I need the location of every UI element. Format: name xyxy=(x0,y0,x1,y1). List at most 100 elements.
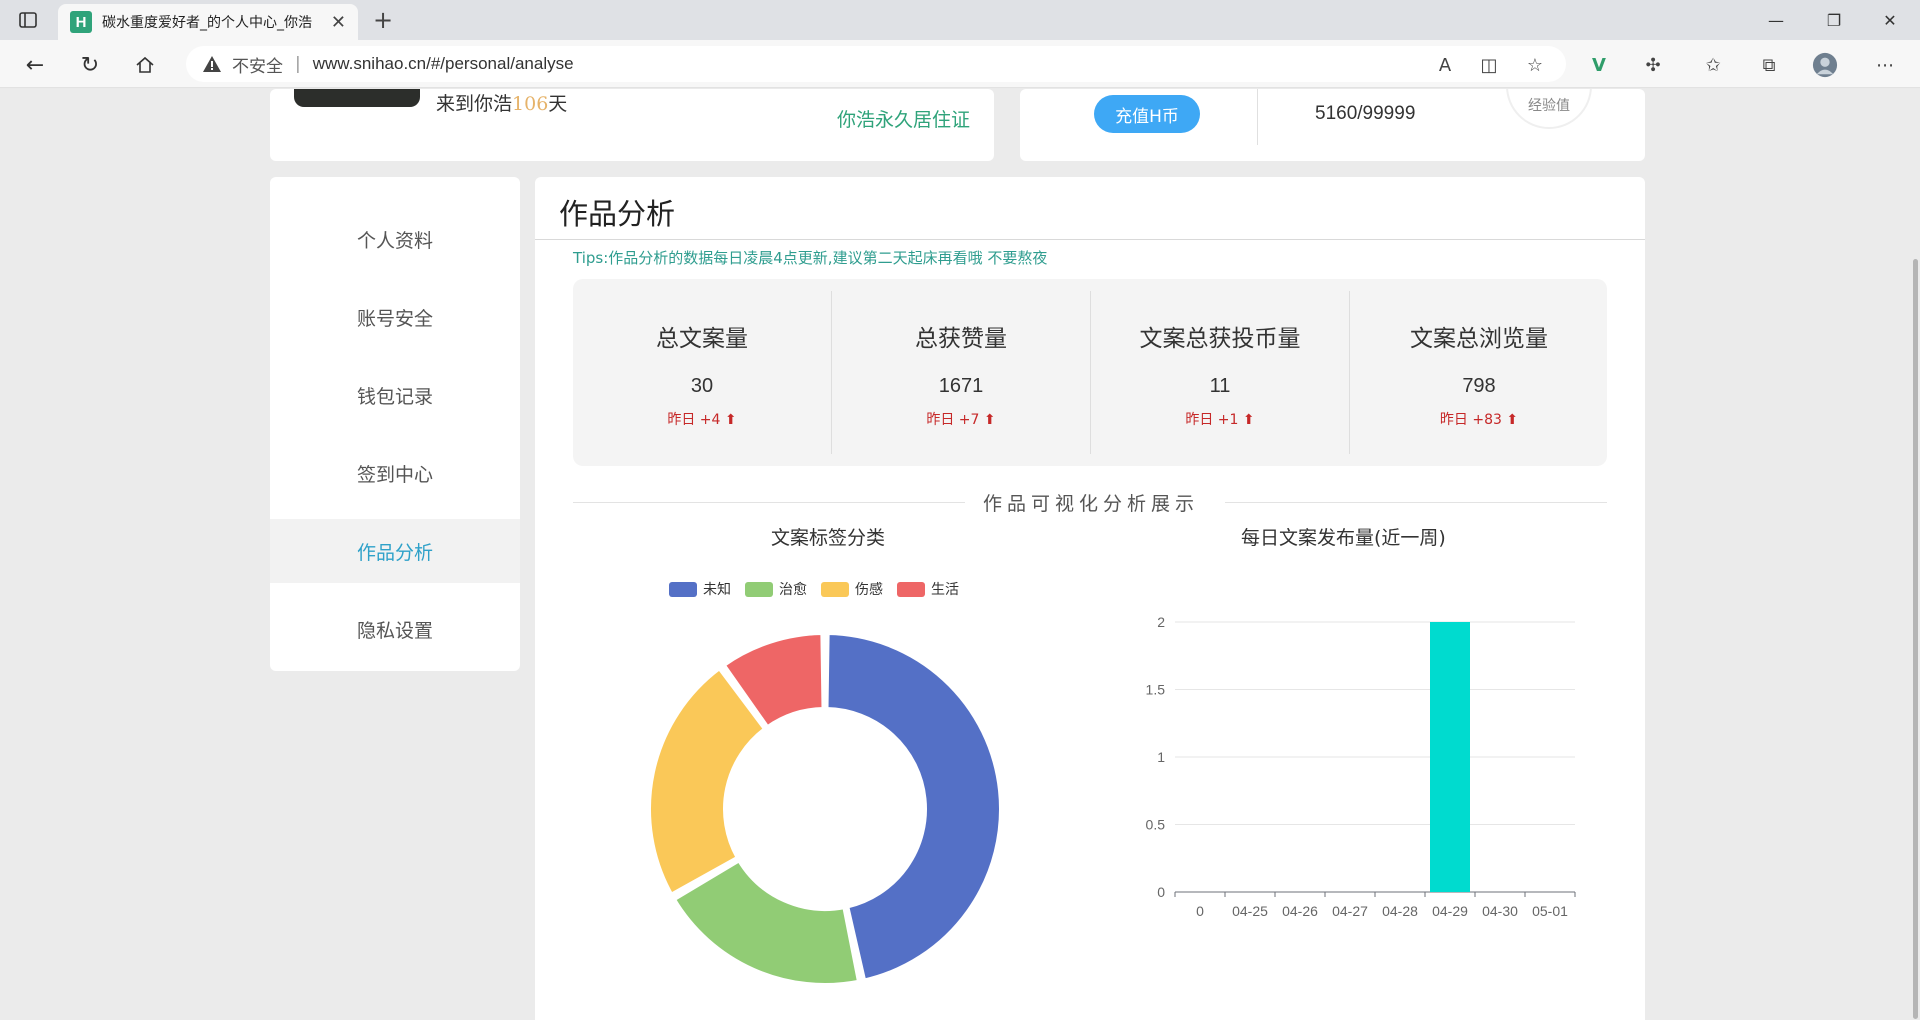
y-tick-label: 0 xyxy=(1157,884,1165,900)
section-rule-left xyxy=(573,502,965,503)
site-favicon-icon: H xyxy=(70,11,92,33)
address-bar[interactable]: 不安全 | www.snihao.cn/#/personal/analyse xyxy=(186,46,1566,82)
donut-chart xyxy=(647,631,1003,987)
stat-delta: 昨日 +1 ⬆ xyxy=(1185,412,1255,428)
back-icon[interactable]: ← xyxy=(20,50,50,80)
bar-chart: 0 0.5 1 1.5 2 0 04-25 04-26 04-27 04-28 04-29 04-30… xyxy=(1146,614,1576,919)
page-scrollbar[interactable] xyxy=(1910,89,1920,1020)
x-tick-label: 04-26 xyxy=(1282,903,1318,919)
section-rule-right xyxy=(1225,502,1607,503)
section-title: 作品可视化分析展示 xyxy=(982,493,1199,515)
address-separator: | xyxy=(295,54,301,74)
legend-label: 生活 xyxy=(931,582,959,598)
stat-delta: 昨日 +83 ⬆ xyxy=(1439,412,1519,428)
x-tick-label: 05-01 xyxy=(1532,903,1568,919)
insecure-label: 不安全 xyxy=(232,56,283,77)
collections-icon[interactable]: ⧉ xyxy=(1756,52,1782,78)
legend-item[interactable]: 伤感 xyxy=(821,579,883,599)
stat-label: 文案总获投币量 xyxy=(1139,326,1301,352)
donut-chart-title: 文案标签分类 xyxy=(771,527,886,549)
legend-swatch xyxy=(821,581,849,597)
new-tab-icon[interactable]: + xyxy=(368,5,398,35)
donut-slice-未知[interactable] xyxy=(824,631,1003,983)
sidebar-item-wallet[interactable]: 钱包记录 xyxy=(270,363,520,427)
more-menu-icon[interactable]: ⋯ xyxy=(1872,52,1898,78)
sidebar-item-privacy[interactable]: 隐私设置 xyxy=(270,597,520,661)
permanent-residence-link[interactable]: 你浩永久居住证 xyxy=(837,105,970,132)
legend-swatch xyxy=(669,581,697,597)
donut-legend: 未知 治愈 伤感 生活 xyxy=(669,579,973,599)
sidebar: 个人资料 账号安全 钱包记录 签到中心 作品分析 隐私设置 xyxy=(270,177,520,671)
tab-actions-icon[interactable] xyxy=(14,8,42,32)
stats-panel: 总文案量 30 昨日 +4 ⬆ 总获赞量 1671 昨日 +7 ⬆ 文案总获投币… xyxy=(573,279,1607,466)
sidebar-item-checkin[interactable]: 签到中心 xyxy=(270,441,520,505)
scrollbar-thumb[interactable] xyxy=(1913,259,1918,1019)
legend-label: 未知 xyxy=(703,582,731,598)
stat-total-coins: 文案总获投币量 11 昨日 +1 ⬆ xyxy=(1091,279,1349,466)
extensions-icon[interactable]: ✣ xyxy=(1640,52,1666,78)
bar-chart-title: 每日文案发布量(近一周) xyxy=(1241,527,1446,549)
sidebar-item-profile[interactable]: 个人资料 xyxy=(270,207,520,271)
profile-summary-card: 来到你浩106天 你浩永久居住证 xyxy=(270,89,994,161)
tab-title: 碳水重度爱好者_的个人中心_你浩 xyxy=(102,15,312,31)
browser-tab-bar: H 碳水重度爱好者_的个人中心_你浩 ✕ + — ❐ ✕ xyxy=(0,0,1920,40)
title-divider xyxy=(535,239,1645,240)
days-since-joined: 来到你浩106天 xyxy=(436,89,567,116)
days-prefix: 来到你浩 xyxy=(436,93,513,115)
legend-item[interactable]: 未知 xyxy=(669,579,731,599)
page-title: 作品分析 xyxy=(559,197,676,231)
y-tick-label: 0.5 xyxy=(1146,817,1166,833)
sidebar-item-account-security[interactable]: 账号安全 xyxy=(270,285,520,349)
legend-item[interactable]: 治愈 xyxy=(745,579,807,599)
x-tick-label: 04-30 xyxy=(1482,903,1518,919)
tab-close-icon[interactable]: ✕ xyxy=(331,12,346,33)
wallet-summary-card: 充值H币 5160/99999 经验值 xyxy=(1020,89,1645,161)
vue-devtools-icon[interactable]: V xyxy=(1586,52,1612,78)
url-text[interactable]: www.snihao.cn/#/personal/analyse xyxy=(313,54,574,74)
days-suffix: 天 xyxy=(548,93,568,115)
legend-swatch xyxy=(745,581,773,597)
legend-label: 治愈 xyxy=(779,582,807,598)
sidebar-item-analysis[interactable]: 作品分析 xyxy=(270,519,520,583)
restore-icon[interactable]: ❐ xyxy=(1814,6,1854,34)
legend-label: 伤感 xyxy=(855,582,883,598)
stat-value: 1671 xyxy=(938,375,984,397)
split-screen-icon[interactable]: ◫ xyxy=(1476,52,1502,78)
read-aloud-icon[interactable]: A xyxy=(1432,52,1458,78)
recharge-button[interactable]: 充值H币 xyxy=(1094,95,1200,133)
tips-text: Tips:作品分析的数据每日凌晨4点更新,建议第二天起床再看哦 不要熬夜 xyxy=(573,249,1048,267)
analysis-panel: 作品分析 Tips:作品分析的数据每日凌晨4点更新,建议第二天起床再看哦 不要熬… xyxy=(535,177,1645,1020)
browser-tab[interactable]: H 碳水重度爱好者_的个人中心_你浩 ✕ xyxy=(58,4,358,40)
stat-value: 30 xyxy=(690,375,714,397)
x-tick-label: 04-27 xyxy=(1332,903,1368,919)
experience-value: 5160/99999 xyxy=(1315,103,1416,124)
legend-swatch xyxy=(897,581,925,597)
favorites-icon[interactable]: ✩ xyxy=(1700,52,1726,78)
stat-label: 总获赞量 xyxy=(915,326,1007,352)
page-body: 来到你浩106天 你浩永久居住证 充值H币 5160/99999 经验值 个人资… xyxy=(0,89,1920,1020)
experience-badge: 经验值 xyxy=(1506,89,1592,129)
divider xyxy=(1257,89,1258,145)
legend-item[interactable]: 生活 xyxy=(897,579,959,599)
stat-label: 总文案量 xyxy=(656,326,748,352)
bar-04-29[interactable] xyxy=(1430,622,1470,892)
stat-delta: 昨日 +7 ⬆ xyxy=(926,412,996,428)
reload-icon[interactable]: ↻ xyxy=(75,50,105,80)
x-tick-label: 04-28 xyxy=(1382,903,1418,919)
stat-total-likes: 总获赞量 1671 昨日 +7 ⬆ xyxy=(832,279,1090,466)
profile-avatar-icon[interactable] xyxy=(1812,52,1838,78)
stat-value: 798 xyxy=(1462,375,1496,397)
y-tick-label: 1.5 xyxy=(1146,682,1166,698)
home-icon[interactable] xyxy=(130,50,160,80)
x-tick-label: 04-25 xyxy=(1232,903,1268,919)
minimize-icon[interactable]: — xyxy=(1756,6,1796,34)
close-window-icon[interactable]: ✕ xyxy=(1870,6,1910,34)
stat-delta: 昨日 +4 ⬆ xyxy=(667,412,737,428)
warning-icon xyxy=(202,54,222,74)
stat-value: 11 xyxy=(1209,375,1231,397)
add-favorite-icon[interactable]: ☆ xyxy=(1522,52,1548,78)
stat-label: 文案总浏览量 xyxy=(1410,326,1548,352)
browser-toolbar: ← ↻ 不安全 | www.snihao.cn/#/personal/analy… xyxy=(0,40,1920,88)
stat-total-posts: 总文案量 30 昨日 +4 ⬆ xyxy=(573,279,831,466)
days-number: 106 xyxy=(512,93,549,115)
